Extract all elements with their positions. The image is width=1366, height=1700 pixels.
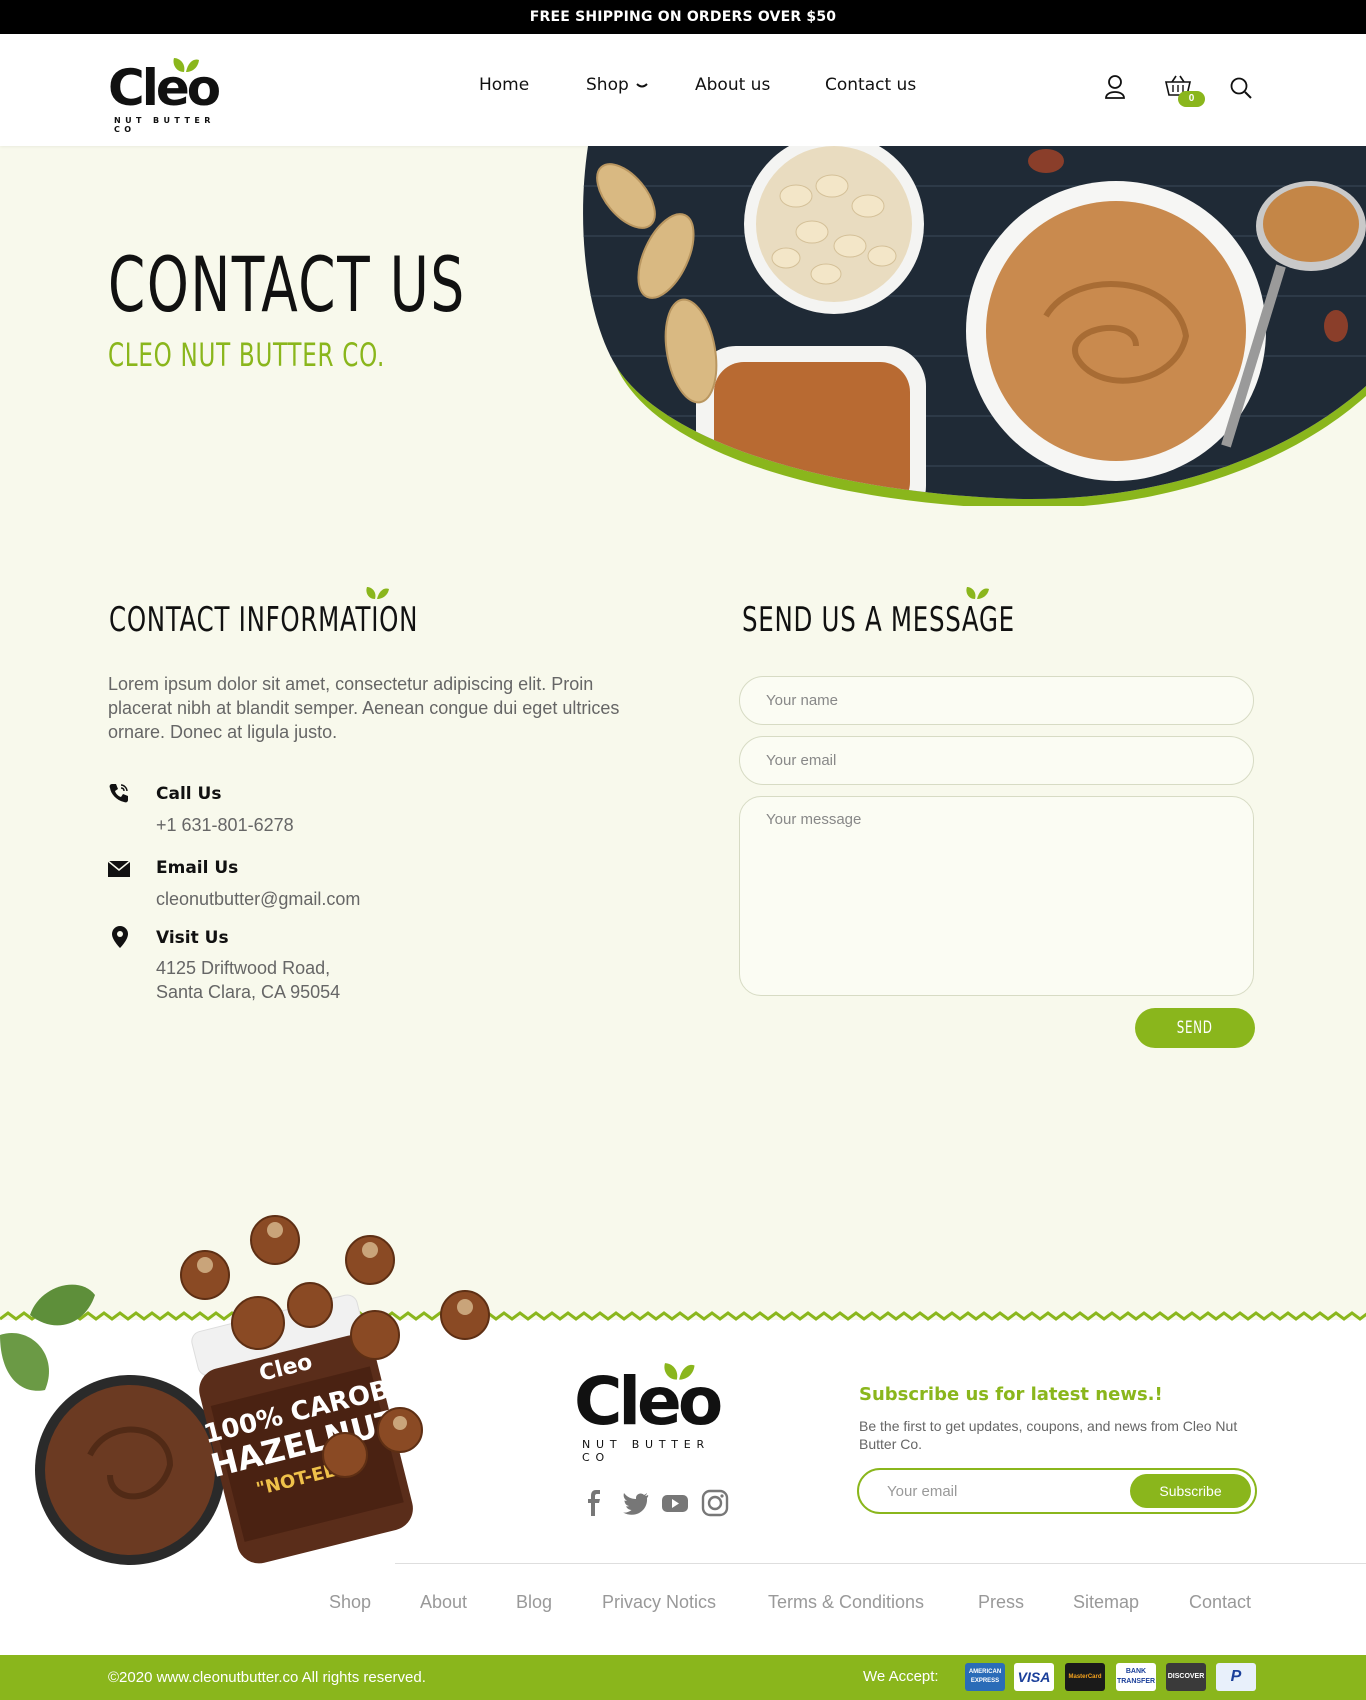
nav-home[interactable]: Home [479,75,529,95]
message-textarea[interactable] [739,796,1254,996]
cart-count-badge: 0 [1178,91,1205,107]
we-accept-label: We Accept: [863,1668,939,1685]
mastercard-icon: MasterCard [1065,1663,1105,1691]
logo-tagline: NUT BUTTER CO [114,116,215,134]
name-input[interactable] [739,676,1254,725]
footer-link-privacy[interactable]: Privacy Notics [602,1592,716,1613]
phone-icon [109,784,128,803]
facebook-icon[interactable] [580,1488,610,1518]
visit-us-label: Visit Us [156,928,229,948]
logo[interactable]: Cleo NUT BUTTER CO [108,54,232,134]
hero-image [583,146,1366,506]
subscribe-email-input[interactable] [887,1480,1107,1502]
address-line-2: Santa Clara, CA 95054 [156,982,341,1002]
nav-shop[interactable]: Shop [586,75,629,95]
user-icon[interactable] [1104,74,1126,100]
amex-icon: AMERICAN EXPRESS [965,1663,1005,1691]
footer-logo-tagline: NUT BUTTER CO [582,1438,710,1464]
footer-logo[interactable]: Cleo NUT BUTTER CO [574,1362,744,1464]
email-input[interactable] [739,736,1254,785]
shipping-banner: FREE SHIPPING ON ORDERS OVER $50 [0,0,1366,34]
contact-intro: Lorem ipsum dolor sit amet, consectetur … [108,674,620,742]
email-address[interactable]: cleonutbutter@gmail.com [156,887,360,911]
footer-link-blog[interactable]: Blog [516,1592,552,1613]
nav-about[interactable]: About us [695,75,770,95]
search-icon[interactable] [1229,76,1253,100]
phone-number[interactable]: +1 631-801-6278 [156,813,294,837]
bank-transfer-icon: BANK TRANSFER [1116,1663,1156,1691]
paypal-icon: P [1216,1663,1256,1691]
footer-logo-wordmark: Cleo [574,1363,723,1440]
footer-divider [395,1563,1366,1564]
subscribe-title: Subscribe us for latest news.! [859,1384,1163,1405]
copyright: ©2020 www.cleonutbutter.co All rights re… [108,1669,426,1686]
page-subtitle: CLEO NUT BUTTER CO. [108,336,386,374]
contact-info-title: CONTACT INFORMATION [109,600,419,640]
footer-link-contact[interactable]: Contact [1189,1592,1251,1613]
email-us-label: Email Us [156,858,239,878]
call-us-label: Call Us [156,784,222,804]
bottom-bar: ©2020 www.cleonutbutter.co All rights re… [0,1655,1366,1700]
leaf-icon [664,1363,695,1380]
subscribe-form: Subscribe [857,1468,1257,1514]
visa-icon: VISA [1014,1663,1054,1691]
footer-link-terms[interactable]: Terms & Conditions [768,1592,924,1613]
footer-link-shop[interactable]: Shop [329,1592,371,1613]
instagram-icon[interactable] [700,1488,730,1518]
footer-link-about[interactable]: About [420,1592,467,1613]
discover-icon: DISCOVER [1166,1663,1206,1691]
footer-link-sitemap[interactable]: Sitemap [1073,1592,1139,1613]
subscribe-button[interactable]: Subscribe [1130,1474,1251,1508]
send-button-label: SEND [1177,1018,1213,1038]
site-header: Cleo NUT BUTTER CO Home Shop About us Co… [0,34,1366,146]
message-form-title: SEND US A MESSAGE [742,600,1015,640]
mail-icon [108,861,130,877]
product-photo: Cleo 100% CAROB HAZELNUT "NOT-ELLA" [0,1215,490,1565]
page-title: CONTACT US [108,240,466,329]
nav-contact[interactable]: Contact us [825,75,916,95]
address-line-1: 4125 Driftwood Road, [156,958,331,978]
logo-wordmark: Cleo [108,59,221,117]
send-button[interactable]: SEND [1135,1008,1255,1048]
youtube-icon[interactable] [660,1488,690,1518]
leaf-icon [366,587,389,599]
leaf-icon [173,58,199,72]
leaf-icon [966,587,989,599]
twitter-icon[interactable] [620,1488,650,1518]
subscribe-description: Be the first to get updates, coupons, an… [859,1418,1238,1452]
footer-link-press[interactable]: Press [978,1592,1024,1613]
chevron-down-icon[interactable] [636,82,648,90]
location-pin-icon [112,926,128,948]
